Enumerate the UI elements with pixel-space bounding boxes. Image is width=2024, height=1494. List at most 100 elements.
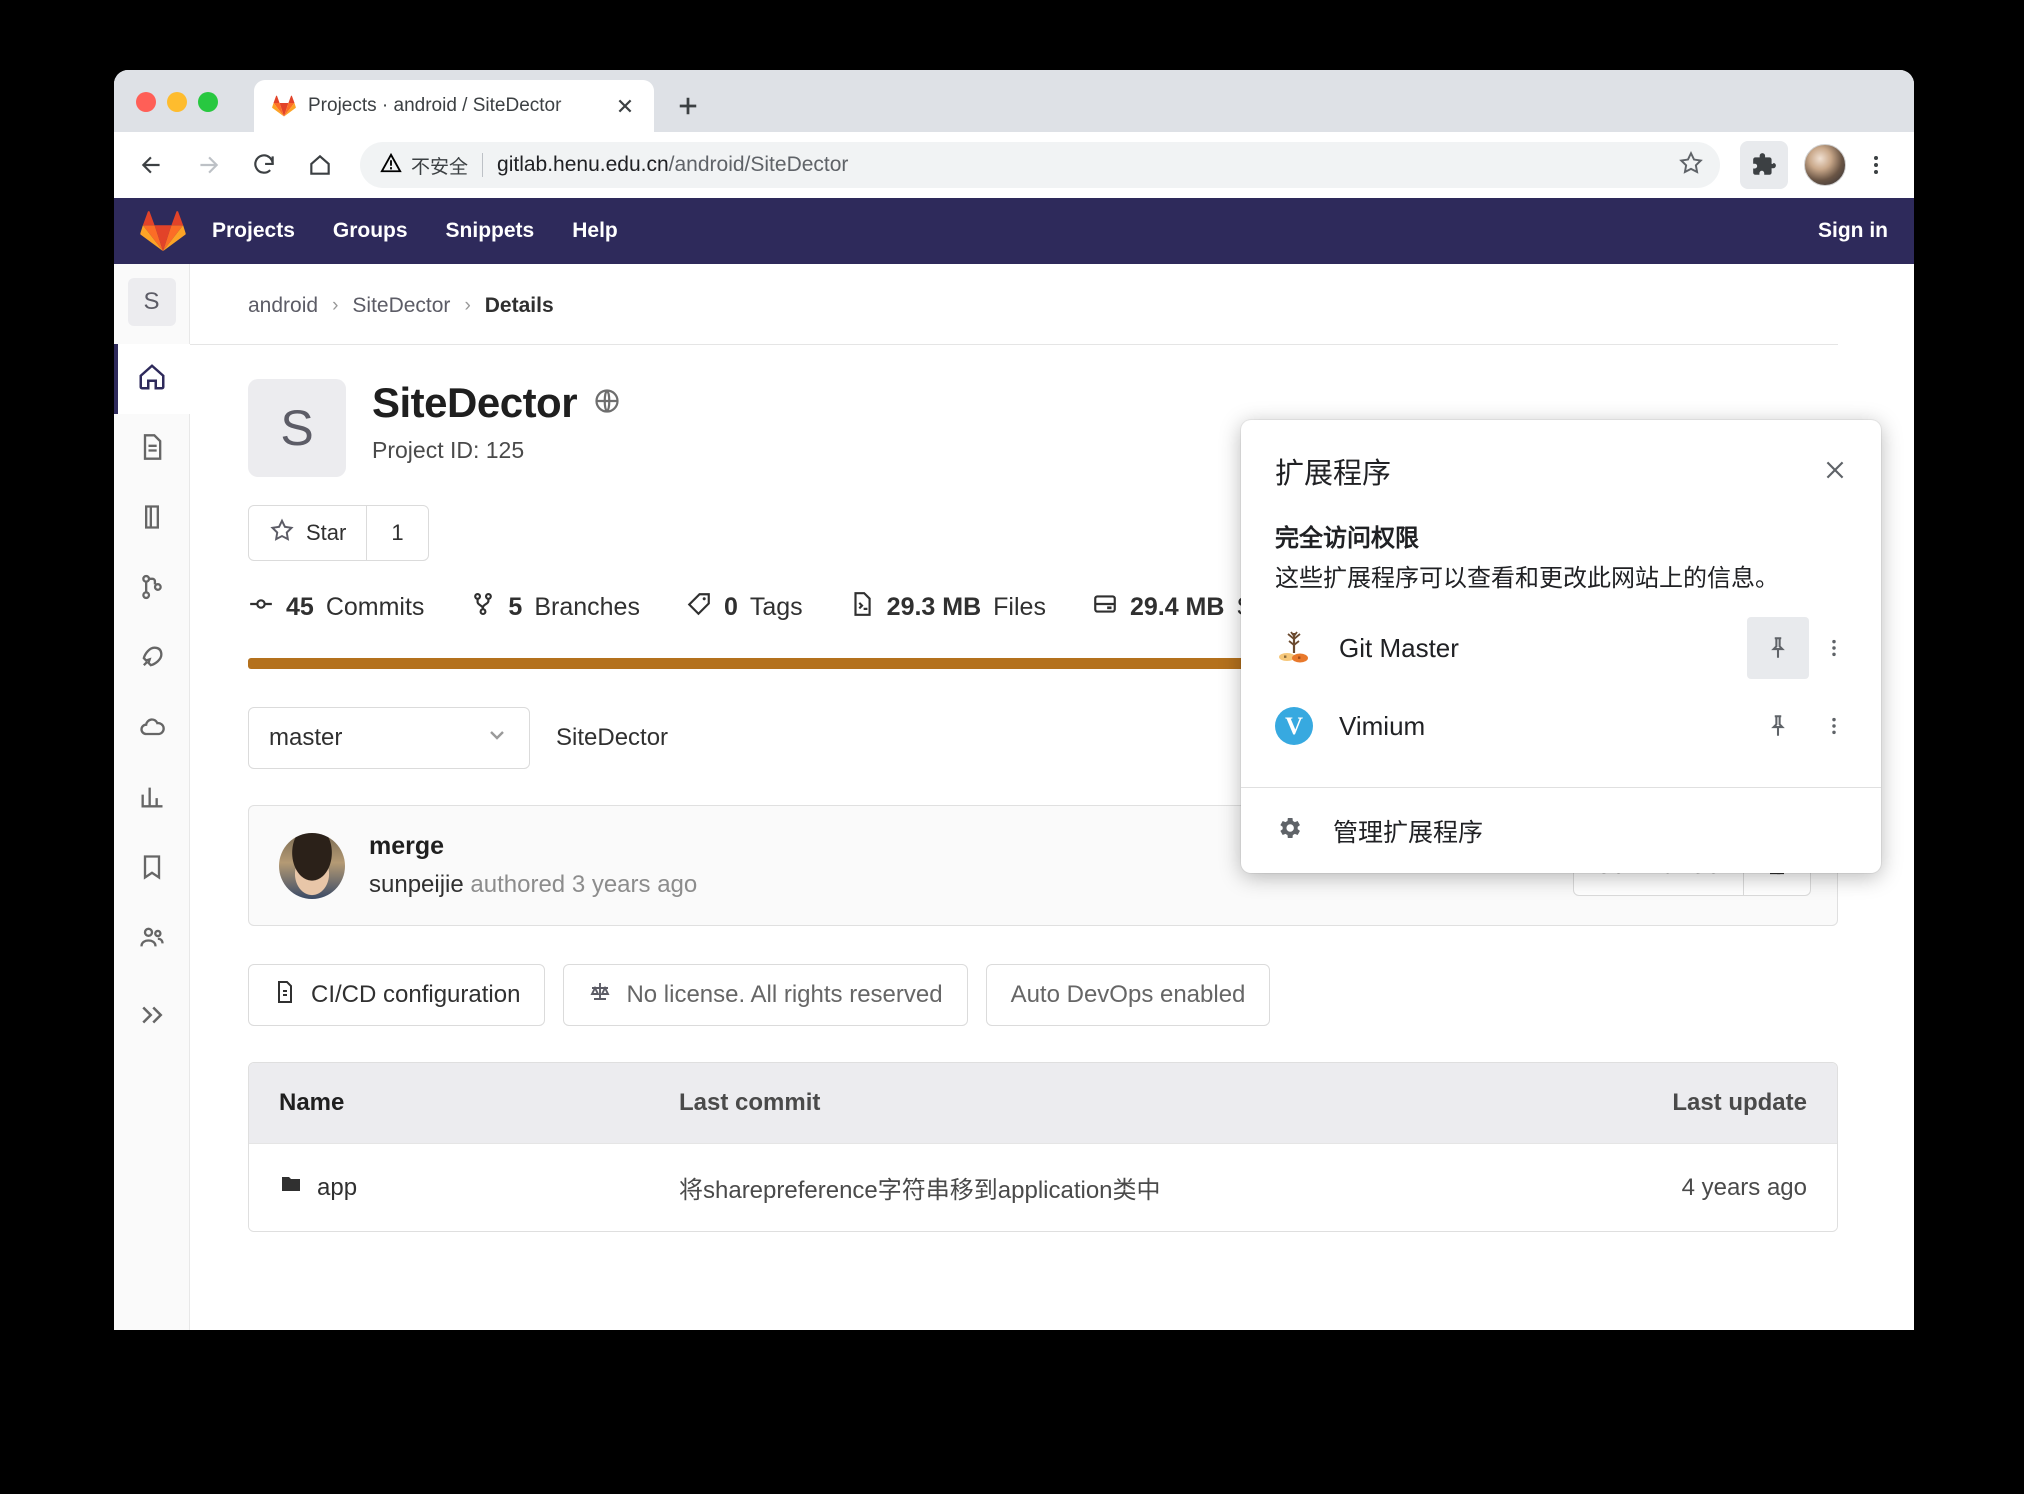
breadcrumb-separator: › (332, 295, 339, 316)
page-title: SiteDector (372, 379, 578, 426)
maximize-window-button[interactable] (198, 92, 218, 112)
breadcrumb-separator: › (464, 295, 471, 316)
star-label: Star (306, 520, 347, 545)
gitlab-favicon-icon (272, 94, 296, 118)
extension-name-git-master: Git Master (1339, 632, 1459, 663)
badge-auto-devops[interactable]: Auto DevOps enabled (985, 964, 1271, 1026)
file-row-name[interactable]: app (317, 1174, 357, 1202)
globe-icon (593, 387, 621, 420)
commit-author-avatar (279, 832, 345, 899)
sidebar-item-project-overview[interactable] (114, 344, 190, 414)
breadcrumb-group[interactable]: android (248, 294, 318, 318)
stat-branches[interactable]: 5 Branches (470, 591, 640, 624)
stat-commits[interactable]: 45 Commits (248, 591, 424, 624)
sign-in-link[interactable]: Sign in (1814, 211, 1892, 251)
tab-title: Projects · android / SiteDector (308, 95, 562, 116)
sidebar-item-analytics[interactable] (114, 764, 190, 834)
pin-icon[interactable] (1747, 617, 1809, 680)
badge-cicd-label: CI/CD configuration (311, 981, 521, 1008)
file-row-last-commit[interactable]: 将sharepreference字符串移到application类中 (679, 1170, 1587, 1205)
deciduous-tree-icon (1275, 629, 1313, 667)
nav-link-help[interactable]: Help (572, 219, 618, 243)
project-badges: CI/CD configuration No license. All righ… (190, 926, 1914, 1026)
nav-link-projects[interactable]: Projects (212, 219, 295, 243)
sidebar-item-wiki[interactable] (114, 834, 190, 904)
breadcrumb-page: Details (484, 294, 554, 317)
extensions-access-section: 完全访问权限 这些扩展程序可以查看和更改此网站上的信息。 (1241, 498, 1881, 595)
tab-strip: Projects · android / SiteDector (114, 70, 1914, 132)
bookmark-star-icon[interactable] (1678, 150, 1704, 181)
issue-icon (138, 503, 166, 536)
manage-extensions-label: 管理扩展程序 (1333, 818, 1484, 847)
close-window-button[interactable] (136, 92, 156, 112)
minimize-window-button[interactable] (167, 92, 187, 112)
stat-storage-value: 29.4 MB (1129, 593, 1225, 621)
sidebar-item-ci-cd[interactable] (114, 624, 190, 694)
new-tab-button[interactable] (664, 84, 712, 128)
rocket-icon (138, 643, 166, 676)
gitlab-nav-links: Projects Groups Snippets Help (212, 219, 618, 243)
sidebar-item-operations[interactable] (114, 694, 190, 764)
back-button[interactable] (126, 139, 178, 191)
column-header-name: Name (279, 1089, 345, 1116)
badge-cicd-configuration[interactable]: CI/CD configuration (248, 964, 546, 1026)
sidebar-item-repository[interactable] (114, 414, 190, 484)
address-bar[interactable]: 不安全 gitlab.henu.edu.cn/android/SiteDecto… (360, 142, 1720, 188)
stat-tags[interactable]: 0 Tags (686, 591, 803, 624)
table-row[interactable]: app 将sharepreference字符串移到application类中 4… (249, 1143, 1837, 1231)
manage-extensions-row[interactable]: 管理扩展程序 (1241, 787, 1881, 873)
close-tab-icon[interactable] (612, 93, 638, 119)
more-options-icon[interactable] (1809, 695, 1859, 757)
folder-icon (279, 1172, 303, 1203)
pin-icon[interactable] (1747, 695, 1809, 757)
tag-icon (686, 591, 712, 624)
home-button[interactable] (294, 139, 346, 191)
breadcrumb-project[interactable]: SiteDector (352, 294, 450, 318)
nav-link-groups[interactable]: Groups (333, 219, 408, 243)
files-icon (849, 591, 875, 624)
stat-files[interactable]: 29.3 MB Files (849, 591, 1046, 624)
scale-icon (588, 980, 612, 1011)
extensions-section-description: 这些扩展程序可以查看和更改此网站上的信息。 (1275, 565, 1779, 592)
file-table: Name Last commit Last update app 将sharep… (248, 1062, 1838, 1232)
file-row-last-update: 4 years ago (1681, 1173, 1807, 1201)
extensions-popup-header: 扩展程序 (1241, 420, 1881, 498)
repo-path-label: SiteDector (556, 724, 669, 751)
extensions-list: Git Master V Vimium (1241, 595, 1881, 787)
people-icon (138, 923, 166, 956)
gitlab-navbar: Projects Groups Snippets Help Sign in (114, 198, 1914, 264)
sidebar-project-avatar[interactable]: S (127, 278, 176, 326)
commit-author[interactable]: sunpeijie (369, 871, 464, 898)
nav-link-snippets[interactable]: Snippets (446, 219, 535, 243)
extension-name-vimium: Vimium (1339, 710, 1426, 741)
close-icon[interactable] (1815, 450, 1855, 490)
gitlab-logo-icon[interactable] (138, 208, 188, 254)
sidebar-expand-button[interactable] (137, 1000, 167, 1035)
badge-license-label: No license. All rights reserved (626, 981, 943, 1008)
profile-avatar[interactable] (1804, 144, 1846, 186)
star-button[interactable]: Star (249, 506, 366, 560)
branch-icon (470, 591, 496, 624)
star-count[interactable]: 1 (366, 506, 427, 560)
extensions-popup: 扩展程序 完全访问权限 这些扩展程序可以查看和更改此网站上的信息。 Git Ma… (1241, 420, 1881, 874)
sidebar-item-members[interactable] (114, 904, 190, 974)
commit-meta: sunpeijie authored 3 years ago (369, 871, 1573, 899)
browser-tab[interactable]: Projects · android / SiteDector (254, 80, 654, 132)
project-id-label: Project ID: 125 (372, 437, 525, 463)
project-avatar: S (248, 379, 346, 477)
stat-commits-label: Commits (325, 593, 425, 621)
branch-selector[interactable]: master (248, 707, 530, 769)
forward-button[interactable] (182, 139, 234, 191)
browser-menu-button[interactable] (1856, 141, 1896, 189)
cloud-icon (138, 713, 166, 746)
extension-item-vimium[interactable]: V Vimium (1241, 687, 1881, 765)
security-warning[interactable]: 不安全 (380, 152, 468, 179)
reload-button[interactable] (238, 139, 290, 191)
sidebar-item-merge-requests[interactable] (114, 554, 190, 624)
star-icon (269, 517, 295, 549)
badge-license[interactable]: No license. All rights reserved (563, 964, 968, 1026)
sidebar-item-issues[interactable] (114, 484, 190, 554)
extension-item-git-master[interactable]: Git Master (1241, 609, 1881, 687)
more-options-icon[interactable] (1809, 617, 1859, 679)
extensions-puzzle-icon[interactable] (1740, 141, 1788, 189)
